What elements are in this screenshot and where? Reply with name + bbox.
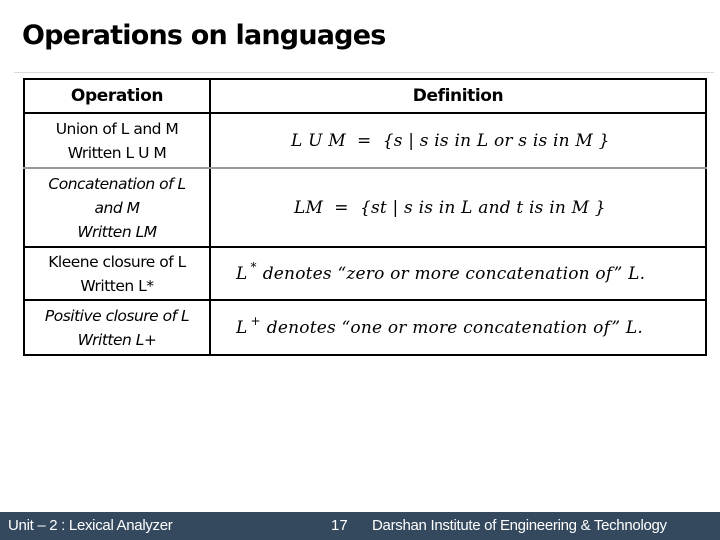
footer-institute: Darshan Institute of Engineering & Techn… (372, 517, 667, 534)
definition-superscript: * (250, 259, 257, 274)
header-definition: Definition (209, 79, 706, 114)
definition-cell: L + denotes “one or more concatenation of”… (209, 300, 706, 355)
table-header-row: Operation Definition (23, 79, 706, 114)
definition-cell: L U M = {s | s is in L or s is in M } (209, 113, 706, 169)
definition-superscript: + (250, 313, 261, 328)
table-row-positive-closure: Positive closure of L Written L+ L + denot… (23, 300, 706, 355)
operation-name: Kleene closure of L (48, 252, 186, 271)
operation-cell: Positive closure of L Written L+ (23, 300, 210, 355)
operation-notation: Written L U M (67, 143, 167, 162)
operation-notation: Written L* (80, 276, 154, 295)
definition-text: denotes “zero or more concatenation of” … (262, 263, 646, 284)
slide-footer: Unit – 2 : Lexical Analyzer 17 Darshan I… (0, 512, 720, 540)
table-row-kleene-closure: Kleene closure of L Written L* L * denotes… (23, 247, 706, 301)
definition-cell: L * denotes “zero or more concatenation of… (209, 247, 706, 301)
definition-base: L (236, 263, 248, 284)
definition-base: L (236, 317, 248, 338)
definition-formula: LM = {st | s is in L and t is in M } (294, 197, 606, 218)
operation-name: Union of L and M (55, 119, 179, 138)
operation-cell: Concatenation of L and M Written LM (23, 168, 210, 248)
definition-cell: LM = {st | s is in L and t is in M } (209, 168, 706, 248)
table-row-union: Union of L and M Written L U M L U M = {… (23, 113, 706, 169)
definition-text: denotes “one or more concatenation of” L… (266, 317, 643, 338)
footer-page-number: 17 (331, 517, 348, 534)
footer-unit: Unit – 2 : Lexical Analyzer (8, 517, 173, 534)
operation-notation: Written L+ (77, 330, 157, 349)
definition-formula: L U M = {s | s is in L or s is in M } (291, 130, 610, 151)
operations-table: Operation Definition Union of L and M Wr… (23, 78, 707, 356)
title-divider (14, 72, 714, 73)
operation-name-cont: and M (94, 198, 140, 217)
header-operation: Operation (23, 79, 210, 114)
table-row-concatenation: Concatenation of L and M Written LM LM =… (23, 168, 706, 248)
slide-title: Operations on languages (22, 20, 386, 51)
operation-name: Concatenation of L (48, 174, 186, 193)
operation-notation: Written LM (77, 222, 157, 241)
operation-cell: Union of L and M Written L U M (23, 113, 210, 169)
operation-name: Positive closure of L (44, 306, 190, 325)
operation-cell: Kleene closure of L Written L* (23, 247, 210, 301)
